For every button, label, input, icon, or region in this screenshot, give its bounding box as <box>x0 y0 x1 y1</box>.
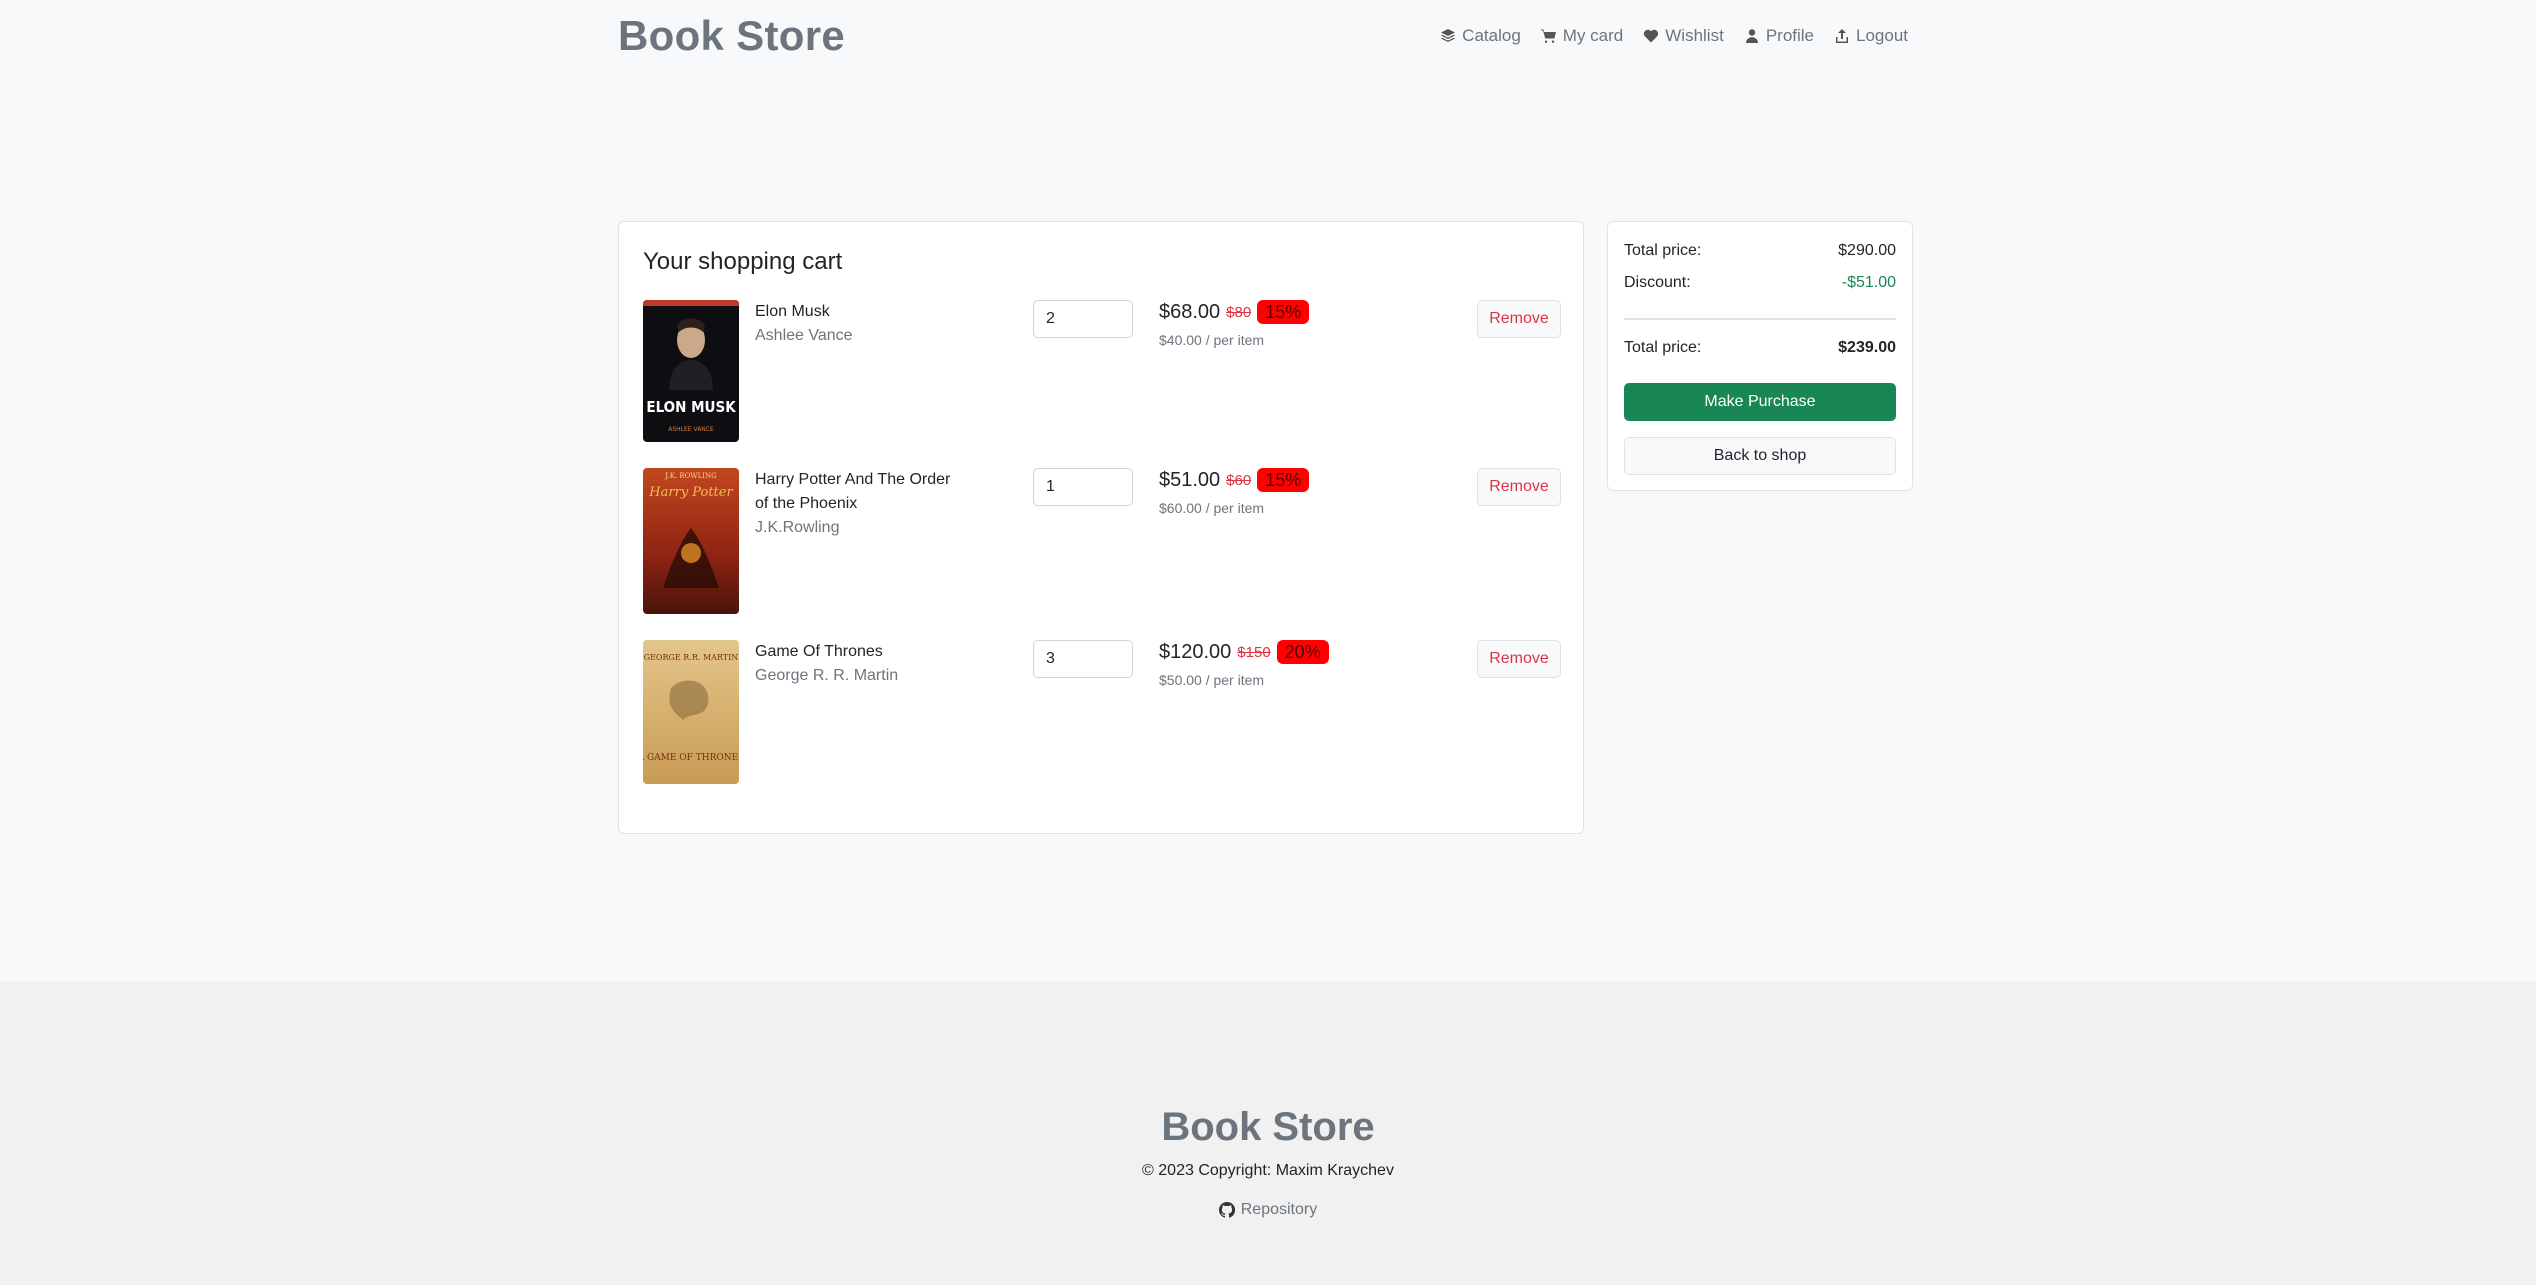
nav-catalog[interactable]: Catalog <box>1440 26 1521 46</box>
cover-author-text: J.K. ROWLING <box>664 472 717 480</box>
discount-label: Discount: <box>1624 274 1691 291</box>
cart-item: GEORGE R.R. MARTIN A GAME OF THRONES Gam… <box>643 640 1561 784</box>
item-info: Elon Musk Ashlee Vance <box>755 300 965 348</box>
subtotal-value: $290.00 <box>1838 242 1896 259</box>
brand-logo[interactable]: Book Store <box>618 12 845 60</box>
total-label: Total price: <box>1624 339 1702 356</box>
cover-title-text: ELON MUSK <box>646 398 736 416</box>
summary-divider <box>1624 318 1896 320</box>
price-block: $68.00 $80 15% $40.00 / per item <box>1159 300 1379 348</box>
item-price: $120.00 <box>1159 640 1232 663</box>
quantity-input[interactable] <box>1033 640 1133 678</box>
layers-icon <box>1441 29 1456 42</box>
quantity-input[interactable] <box>1033 300 1133 338</box>
per-item-price: $50.00 / per item <box>1159 672 1265 688</box>
book-cover-image: ELON MUSK ASHLEE VANCE <box>643 300 739 442</box>
discount-badge: 15% <box>1257 468 1310 492</box>
discount-badge: 15% <box>1257 300 1310 324</box>
item-price: $51.00 <box>1159 468 1221 491</box>
item-title[interactable]: Elon Musk <box>755 300 965 324</box>
cover-title-text: Harry Potter <box>648 485 733 500</box>
remove-button[interactable]: Remove <box>1477 640 1561 678</box>
price-block: $51.00 $60 15% $60.00 / per item <box>1159 468 1379 516</box>
discount-row: Discount: -$51.00 <box>1624 274 1896 292</box>
item-author: J.K.Rowling <box>755 519 840 536</box>
item-author: George R. R. Martin <box>755 667 899 684</box>
person-icon <box>1745 29 1758 43</box>
shopping-cart-card: Your shopping cart ELON MUSK ASHLEE VANC… <box>618 221 1584 834</box>
footer-copyright: © 2023 Copyright: Maxim Kraychev <box>1142 1162 1394 1179</box>
make-purchase-button[interactable]: Make Purchase <box>1624 383 1896 421</box>
book-cover-image: GEORGE R.R. MARTIN A GAME OF THRONES <box>643 640 739 784</box>
cart-item: ELON MUSK ASHLEE VANCE Elon Musk Ashlee … <box>643 300 1561 442</box>
item-old-price: $150 <box>1237 643 1271 661</box>
total-value: $239.00 <box>1838 339 1896 356</box>
github-icon <box>1218 1202 1235 1218</box>
remove-button[interactable]: Remove <box>1477 468 1561 506</box>
item-old-price: $80 <box>1226 303 1252 321</box>
remove-button[interactable]: Remove <box>1477 300 1561 338</box>
discount-value: -$51.00 <box>1841 274 1896 291</box>
item-title[interactable]: Harry Potter And The Order of the Phoeni… <box>755 468 965 516</box>
discount-badge: 20% <box>1276 640 1329 664</box>
nav-logout[interactable]: Logout <box>1834 26 1908 46</box>
nav-wishlist[interactable]: Wishlist <box>1643 26 1724 46</box>
heart-icon <box>1644 29 1659 43</box>
nav-my-card-label: My card <box>1562 26 1624 45</box>
item-info: Harry Potter And The Order of the Phoeni… <box>755 468 965 540</box>
subtotal-label: Total price: <box>1624 242 1702 259</box>
nav-catalog-label: Catalog <box>1462 26 1521 45</box>
nav-wishlist-label: Wishlist <box>1665 26 1724 45</box>
main-nav: Catalog My card Wishlist Profile Logout <box>1440 26 1908 46</box>
repository-link[interactable]: Repository <box>0 1201 2536 1219</box>
cover-author-text: GEORGE R.R. MARTIN <box>644 653 739 662</box>
item-price: $68.00 <box>1159 300 1221 323</box>
per-item-price: $60.00 / per item <box>1159 500 1265 516</box>
header: Book Store Catalog My card Wishlist Prof… <box>618 0 1908 72</box>
cover-title-text: A GAME OF THRONES <box>643 753 739 763</box>
item-info: Game Of Thrones George R. R. Martin <box>755 640 965 688</box>
cover-author-text: ASHLEE VANCE <box>668 426 714 433</box>
nav-profile[interactable]: Profile <box>1744 26 1814 46</box>
quantity-input[interactable] <box>1033 468 1133 506</box>
nav-logout-label: Logout <box>1856 26 1908 45</box>
total-row: Total price: $239.00 <box>1624 339 1896 357</box>
per-item-price: $40.00 / per item <box>1159 332 1265 348</box>
repository-link-label: Repository <box>1240 1201 1318 1218</box>
nav-my-card[interactable]: My card <box>1540 26 1624 46</box>
item-title[interactable]: Game Of Thrones <box>755 640 965 664</box>
back-to-shop-button[interactable]: Back to shop <box>1624 437 1896 475</box>
item-old-price: $60 <box>1226 471 1252 489</box>
logout-icon <box>1836 29 1848 43</box>
subtotal-row: Total price: $290.00 <box>1624 242 1896 260</box>
price-block: $120.00 $150 20% $50.00 / per item <box>1159 640 1379 688</box>
cart-title: Your shopping cart <box>643 248 843 275</box>
footer: Book Store © 2023 Copyright: Maxim Krayc… <box>0 981 2536 1285</box>
cart-icon <box>1540 29 1556 43</box>
book-cover-image: J.K. ROWLING Harry Potter <box>643 468 739 614</box>
order-summary-card: Total price: $290.00 Discount: -$51.00 T… <box>1607 221 1913 491</box>
footer-brand: Book Store <box>1161 1105 1375 1149</box>
cart-item: J.K. ROWLING Harry Potter Harry Potter A… <box>643 468 1561 614</box>
item-author: Ashlee Vance <box>755 327 853 344</box>
nav-profile-label: Profile <box>1765 26 1814 45</box>
